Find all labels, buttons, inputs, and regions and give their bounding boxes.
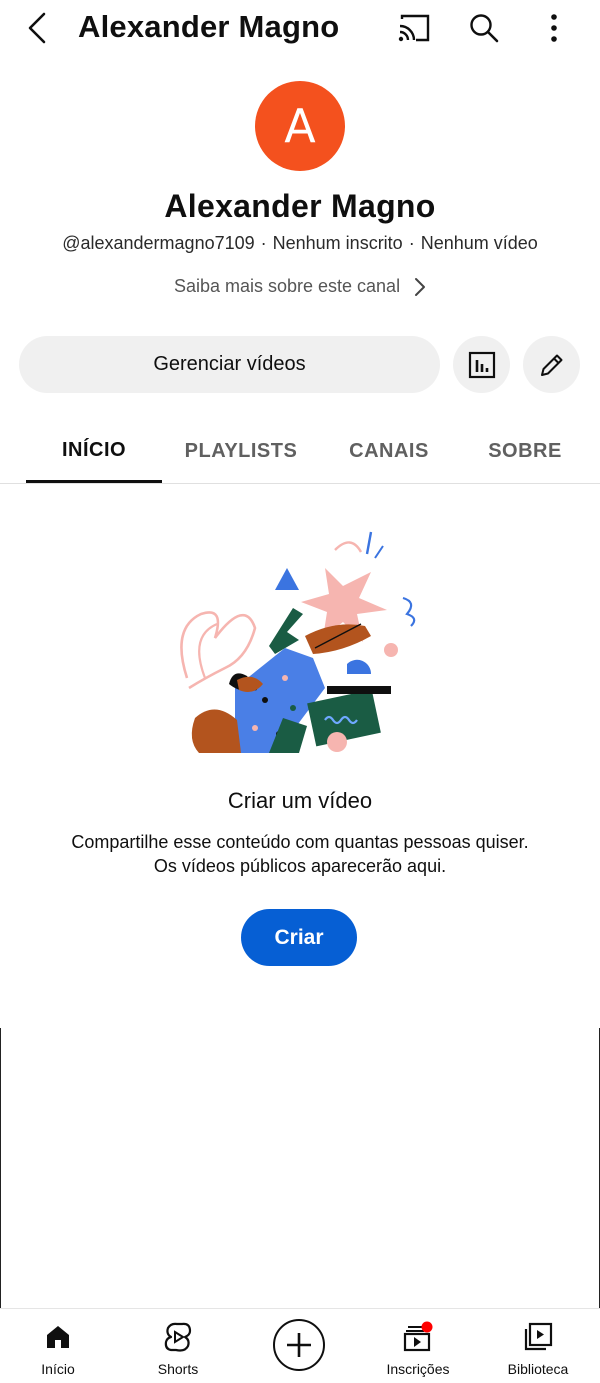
search-icon <box>470 14 499 43</box>
page-title: Alexander Magno <box>78 9 340 44</box>
nav-label-home: Início <box>41 1361 75 1377</box>
nav-label-library: Biblioteca <box>507 1361 569 1377</box>
home-icon <box>47 1326 69 1348</box>
channel-meta: @alexandermagno7109 · Nenhum inscrito · Nenh… <box>0 233 600 254</box>
nav-item-subscriptions[interactable]: Inscrições <box>363 1309 473 1383</box>
shorts-icon <box>164 1322 192 1352</box>
chevron-right-icon <box>415 277 426 296</box>
tab-playlists[interactable]: PLAYLISTS <box>172 420 310 483</box>
analytics-button[interactable] <box>453 336 510 393</box>
tab-sobre[interactable]: SOBRE <box>470 420 580 483</box>
channel-handle: @alexandermagno7109 <box>62 233 255 253</box>
top-app-bar: Alexander Magno <box>0 0 600 58</box>
manage-videos-button[interactable]: Gerenciar vídeos <box>19 336 440 393</box>
learn-more-link[interactable]: Saiba mais sobre este canal <box>0 276 600 297</box>
nav-item-shorts[interactable]: Shorts <box>123 1309 233 1383</box>
notification-badge <box>421 1321 433 1333</box>
create-button-label: Criar <box>274 925 324 949</box>
meta-separator: · <box>260 233 267 253</box>
video-count: Nenhum vídeo <box>420 233 538 253</box>
tab-canais[interactable]: CANAIS <box>330 420 448 483</box>
empty-state-line-2: Os vídeos públicos aparecerão aqui. <box>153 856 447 876</box>
meta-separator: · <box>408 233 415 253</box>
nav-item-library[interactable]: Biblioteca <box>483 1309 593 1383</box>
search-button[interactable] <box>466 10 502 46</box>
subscriptions-icon <box>403 1321 433 1352</box>
frame-edge-left <box>0 1028 1 1308</box>
channel-name: Alexander Magno <box>164 188 436 224</box>
empty-state-description: Compartilhe esse conteúdo com quantas pe… <box>0 830 600 878</box>
back-button[interactable] <box>24 10 52 46</box>
avatar[interactable]: A <box>255 81 345 171</box>
create-video-illustration <box>180 531 416 753</box>
analytics-icon <box>468 351 495 378</box>
nav-label-shorts: Shorts <box>157 1361 199 1377</box>
nav-icon-wrap <box>44 1313 72 1361</box>
cast-button[interactable] <box>396 10 432 46</box>
more-options-button[interactable] <box>536 10 572 46</box>
more-vert-icon <box>551 14 557 42</box>
library-icon <box>524 1322 553 1351</box>
nav-item-create[interactable] <box>273 1319 325 1371</box>
avatar-letter: A <box>284 99 316 153</box>
subscriber-count: Nenhum inscrito <box>272 233 403 253</box>
pencil-icon <box>540 354 562 376</box>
learn-more-label: Saiba mais sobre este canal <box>173 276 401 296</box>
bottom-navigation: Início Shorts Inscrições Biblioteca <box>0 1308 600 1383</box>
create-button[interactable]: Criar <box>241 909 357 966</box>
tab-inicio[interactable]: INÍCIO <box>26 420 162 483</box>
back-icon <box>28 12 46 44</box>
edit-channel-button[interactable] <box>523 336 580 393</box>
add-icon <box>287 1333 311 1357</box>
empty-state-line-1: Compartilhe esse conteúdo com quantas pe… <box>71 832 529 852</box>
manage-videos-label: Gerenciar vídeos <box>153 353 306 375</box>
empty-state-title: Criar um vídeo <box>227 788 373 813</box>
nav-label-subscriptions: Inscrições <box>386 1361 450 1377</box>
channel-tabs: INÍCIO PLAYLISTS CANAIS SOBRE <box>0 420 600 484</box>
nav-icon-wrap <box>163 1313 193 1361</box>
nav-icon-wrap <box>522 1313 554 1361</box>
nav-item-home[interactable]: Início <box>3 1309 113 1383</box>
nav-icon-wrap <box>402 1313 434 1361</box>
cast-icon <box>398 14 430 42</box>
